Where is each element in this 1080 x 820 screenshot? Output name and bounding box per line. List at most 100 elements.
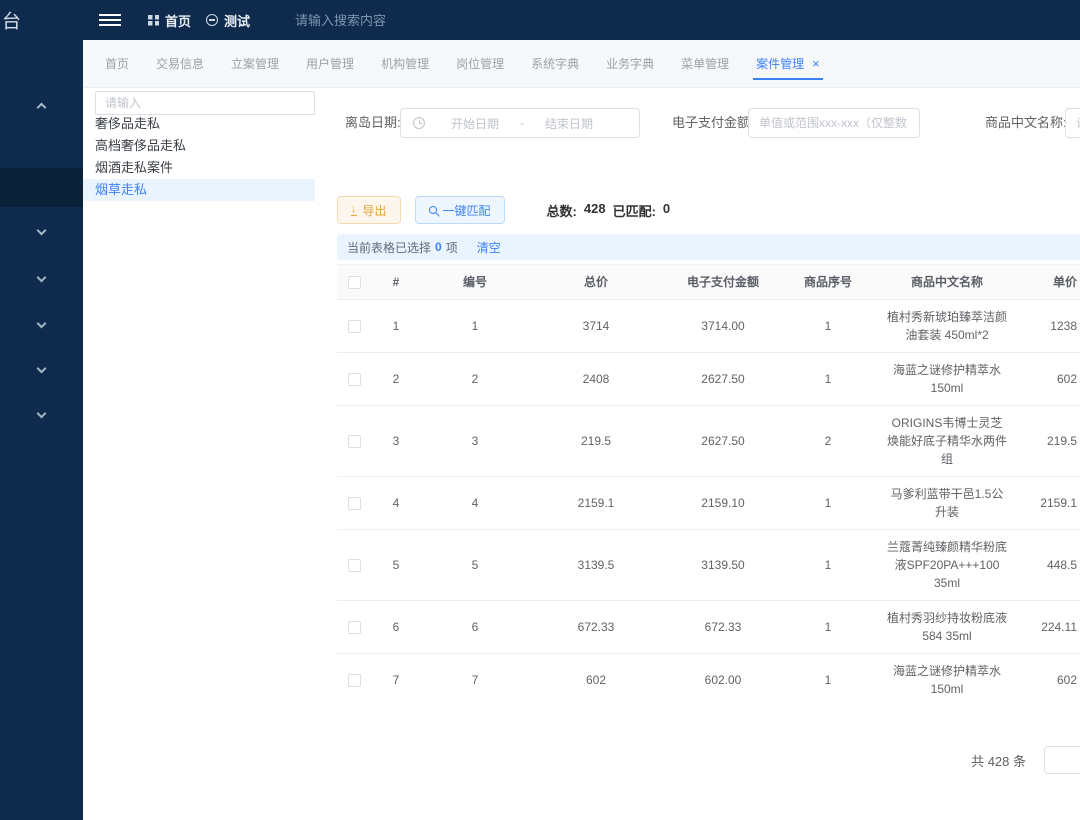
sidebar-group-collapsed[interactable] bbox=[0, 311, 83, 335]
tab-label: 首页 bbox=[105, 55, 129, 72]
main-panel: 离岛日期: 开始日期 - 结束日期 电子支付金额: 商品中文名称: ↓ 导出 一… bbox=[330, 88, 1080, 820]
table-row: 442159.12159.101马爹利蓝带干邑1.5公升装2159.1 bbox=[337, 477, 1080, 530]
sidebar-group-collapsed[interactable] bbox=[0, 218, 83, 242]
cell-code: 3 bbox=[421, 406, 529, 476]
amount-filter-input[interactable] bbox=[748, 108, 920, 138]
app-logo: 台 bbox=[2, 7, 21, 34]
row-checkbox[interactable] bbox=[348, 559, 361, 572]
cell-seq: 1 bbox=[783, 601, 873, 653]
cell-total: 3714 bbox=[529, 300, 663, 352]
cell-code: 1 bbox=[421, 300, 529, 352]
cell-unit: 219.5 bbox=[1021, 406, 1080, 476]
clear-selection-link[interactable]: 清空 bbox=[477, 239, 501, 256]
nav-home[interactable]: 首页 bbox=[148, 0, 191, 40]
one-click-match-button[interactable]: 一键匹配 bbox=[415, 196, 505, 224]
tab-item[interactable]: 立案管理 bbox=[231, 40, 279, 87]
cell-epay: 2627.50 bbox=[663, 353, 783, 405]
hamburger-icon[interactable] bbox=[99, 14, 121, 26]
cell-epay: 3714.00 bbox=[663, 300, 783, 352]
tab-label: 案件管理 bbox=[756, 55, 804, 72]
cell-unit: 602 bbox=[1021, 353, 1080, 405]
category-item[interactable]: 奢侈品走私 bbox=[83, 113, 315, 135]
tab-item[interactable]: 机构管理 bbox=[381, 40, 429, 87]
chevron-down-icon bbox=[37, 225, 47, 235]
row-checkbox[interactable] bbox=[348, 320, 361, 333]
name-filter-input[interactable] bbox=[1065, 108, 1080, 138]
cell-name: 植村秀羽纱持妆粉底液 584 35ml bbox=[873, 601, 1021, 653]
tab-label: 交易信息 bbox=[156, 55, 204, 72]
header-checkbox-cell bbox=[337, 265, 371, 299]
close-icon[interactable]: × bbox=[812, 57, 820, 70]
toolbar: ↓ 导出 一键匹配 总数: 428 已匹配: 0 bbox=[337, 196, 670, 224]
tab-label: 立案管理 bbox=[231, 55, 279, 72]
category-item[interactable]: 高档奢侈品走私 bbox=[83, 135, 315, 157]
table-body: 1137143714.001植村秀新琥珀臻萃洁颜油套装 450ml*212382… bbox=[337, 300, 1080, 700]
tab-item[interactable]: 系统字典 bbox=[531, 40, 579, 87]
date-range-picker[interactable]: 开始日期 - 结束日期 bbox=[400, 108, 640, 138]
column-header: 总价 bbox=[529, 265, 663, 299]
cell-name: ORIGINS韦博士灵芝焕能好底子精华水两件组 bbox=[873, 406, 1021, 476]
row-checkbox[interactable] bbox=[348, 373, 361, 386]
chevron-up-icon bbox=[37, 102, 47, 112]
table-row: 33219.52627.502ORIGINS韦博士灵芝焕能好底子精华水两件组21… bbox=[337, 406, 1080, 477]
selection-count: 0 bbox=[435, 240, 442, 254]
category-filter-input[interactable] bbox=[95, 91, 315, 115]
cell-name: 海蓝之谜修护精萃水 150ml bbox=[873, 654, 1021, 700]
column-header: 单价 bbox=[1021, 265, 1080, 299]
sidebar-group-collapsed[interactable] bbox=[0, 265, 83, 289]
row-checkbox[interactable] bbox=[348, 435, 361, 448]
select-all-checkbox[interactable] bbox=[348, 276, 361, 289]
cell-name: 兰蔻菁纯臻颜精华粉底液SPF20PA+++100 35ml bbox=[873, 530, 1021, 600]
sidebar-active-item[interactable] bbox=[0, 168, 83, 207]
cell-index: 3 bbox=[371, 406, 421, 476]
row-checkbox[interactable] bbox=[348, 497, 361, 510]
tab-active[interactable]: 案件管理 × bbox=[756, 40, 820, 87]
row-checkbox-cell bbox=[337, 406, 371, 476]
category-item[interactable]: 烟酒走私案件 bbox=[83, 157, 315, 179]
cell-seq: 2 bbox=[783, 406, 873, 476]
name-filter-label: 商品中文名称: bbox=[985, 108, 1067, 138]
sidebar-group-collapsed[interactable] bbox=[0, 356, 83, 380]
nav-test[interactable]: 测试 bbox=[206, 0, 250, 40]
export-button[interactable]: ↓ 导出 bbox=[337, 196, 401, 224]
tab-item[interactable]: 首页 bbox=[105, 40, 129, 87]
clock-icon bbox=[413, 117, 425, 129]
cell-total: 672.33 bbox=[529, 601, 663, 653]
topbar: 台 首页 测试 bbox=[0, 0, 1080, 40]
row-checkbox[interactable] bbox=[348, 674, 361, 687]
tab-item[interactable]: 交易信息 bbox=[156, 40, 204, 87]
cell-total: 2159.1 bbox=[529, 477, 663, 529]
app-window: 台 首页 测试 首页交易信息立案管理用户管理机构管理岗位管理系统字典业务字典菜单… bbox=[0, 0, 1080, 820]
sidebar-group-expanded[interactable] bbox=[0, 93, 83, 117]
cell-seq: 1 bbox=[783, 477, 873, 529]
tab-label: 岗位管理 bbox=[456, 55, 504, 72]
cell-unit: 2159.1 bbox=[1021, 477, 1080, 529]
table-row: 1137143714.001植村秀新琥珀臻萃洁颜油套装 450ml*21238 bbox=[337, 300, 1080, 353]
global-search-input[interactable] bbox=[293, 0, 473, 40]
cell-epay: 672.33 bbox=[663, 601, 783, 653]
cell-index: 6 bbox=[371, 601, 421, 653]
tab-item[interactable]: 菜单管理 bbox=[681, 40, 729, 87]
chevron-down-icon bbox=[37, 363, 47, 373]
date-end-placeholder: 结束日期 bbox=[545, 115, 593, 132]
tab-item[interactable]: 岗位管理 bbox=[456, 40, 504, 87]
sidebar-group-collapsed[interactable] bbox=[0, 401, 83, 425]
category-item[interactable]: 烟草走私 bbox=[83, 179, 315, 201]
table-row: 553139.53139.501兰蔻菁纯臻颜精华粉底液SPF20PA+++100… bbox=[337, 530, 1080, 601]
cell-epay: 2159.10 bbox=[663, 477, 783, 529]
table-row: 77602602.001海蓝之谜修护精萃水 150ml602 bbox=[337, 654, 1080, 700]
date-separator: - bbox=[520, 116, 524, 130]
cell-index: 5 bbox=[371, 530, 421, 600]
tab-item[interactable]: 业务字典 bbox=[606, 40, 654, 87]
pagination-control[interactable] bbox=[1044, 746, 1080, 774]
export-button-label: 导出 bbox=[363, 202, 387, 219]
category-panel: 奢侈品走私高档奢侈品走私烟酒走私案件烟草走私 bbox=[83, 88, 330, 820]
cell-total: 2408 bbox=[529, 353, 663, 405]
cell-unit: 1238 bbox=[1021, 300, 1080, 352]
cell-epay: 3139.50 bbox=[663, 530, 783, 600]
tab-label: 菜单管理 bbox=[681, 55, 729, 72]
footer-total-text: 共 428 条 bbox=[971, 751, 1026, 770]
results-table: #编号总价电子支付金额商品序号商品中文名称单价 1137143714.001植村… bbox=[337, 264, 1080, 700]
tab-item[interactable]: 用户管理 bbox=[306, 40, 354, 87]
row-checkbox[interactable] bbox=[348, 621, 361, 634]
